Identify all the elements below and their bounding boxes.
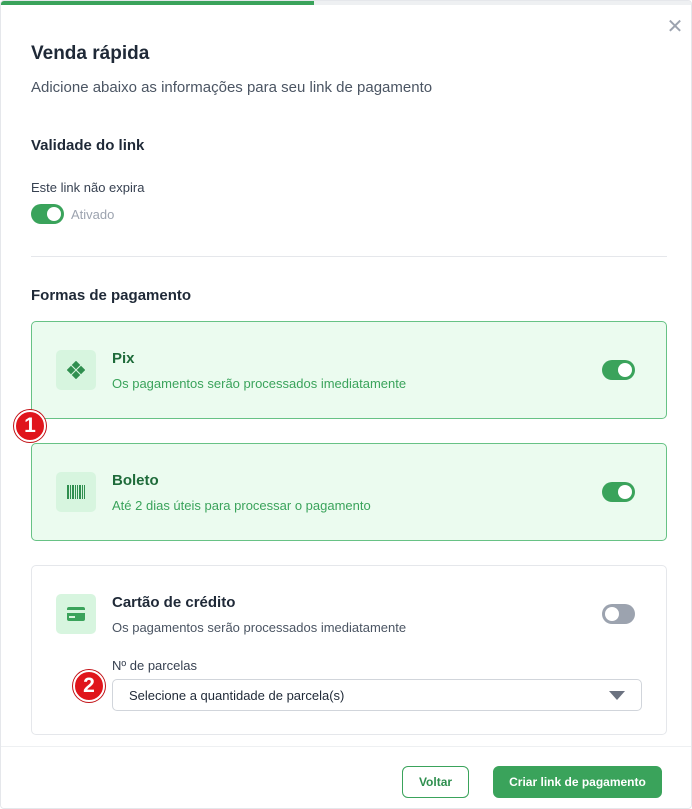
expire-toggle-status: Ativado bbox=[71, 206, 115, 222]
expire-toggle[interactable] bbox=[31, 204, 64, 224]
annotation-badge-2: 2 bbox=[73, 670, 105, 702]
payment-method-credit-card: Cartão de crédito Os pagamentos serão pr… bbox=[31, 565, 667, 735]
boleto-name: Boleto bbox=[112, 472, 159, 489]
pix-name: Pix bbox=[112, 350, 135, 367]
modal-footer: Voltar Criar link de pagamento bbox=[1, 746, 691, 808]
payment-method-pix: Pix Os pagamentos serão processados imed… bbox=[31, 321, 667, 419]
expire-label: Este link não expira bbox=[31, 180, 145, 195]
section-divider bbox=[31, 256, 667, 257]
payment-section-title: Formas de pagamento bbox=[31, 287, 192, 304]
close-icon[interactable]: ✕ bbox=[665, 17, 685, 37]
installments-label: Nº de parcelas bbox=[112, 658, 197, 673]
pix-toggle[interactable] bbox=[602, 360, 635, 380]
expire-toggle-row: Ativado bbox=[31, 204, 114, 224]
installments-placeholder: Selecione a quantidade de parcela(s) bbox=[129, 687, 345, 703]
payment-method-boleto: Boleto Até 2 dias úteis para processar o… bbox=[31, 443, 667, 541]
modal-subtitle: Adicione abaixo as informações para seu … bbox=[31, 79, 433, 96]
quick-sale-modal: ✕ Venda rápida Adicione abaixo as inform… bbox=[0, 0, 692, 809]
annotation-badge-1: 1 bbox=[14, 410, 46, 442]
boleto-toggle[interactable] bbox=[602, 482, 635, 502]
pix-description: Os pagamentos serão processados imediata… bbox=[112, 376, 407, 391]
credit-card-name: Cartão de crédito bbox=[112, 594, 236, 611]
create-link-button[interactable]: Criar link de pagamento bbox=[493, 766, 662, 798]
validity-section-title: Validade do link bbox=[31, 137, 145, 154]
barcode-icon bbox=[56, 472, 96, 512]
boleto-description: Até 2 dias úteis para processar o pagame… bbox=[112, 498, 371, 513]
credit-card-icon bbox=[56, 594, 96, 634]
caret-down-icon bbox=[609, 691, 625, 700]
pix-icon bbox=[56, 350, 96, 390]
credit-card-toggle[interactable] bbox=[602, 604, 635, 624]
progress-bar bbox=[1, 1, 314, 5]
modal-title: Venda rápida bbox=[31, 43, 150, 64]
installments-select[interactable]: Selecione a quantidade de parcela(s) bbox=[112, 679, 642, 711]
back-button[interactable]: Voltar bbox=[402, 766, 469, 798]
credit-card-description: Os pagamentos serão processados imediata… bbox=[112, 620, 407, 635]
